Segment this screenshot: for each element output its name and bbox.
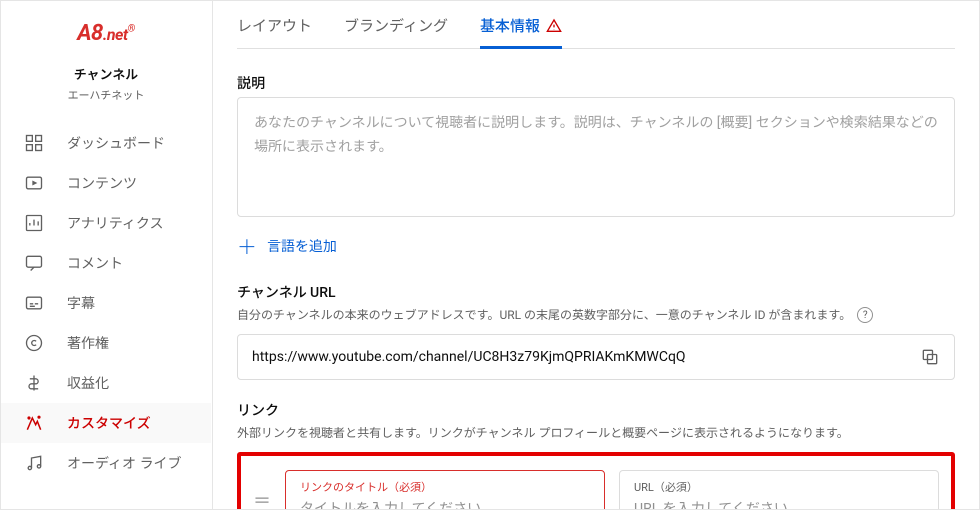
- add-language-label: 言語を追加: [267, 236, 337, 256]
- link-url-label: URL（必須）: [634, 479, 924, 495]
- app-frame: A8.net® チャンネル エーハチネット ダッシュボード コンテンツ アナリテ…: [0, 0, 980, 510]
- section-channel-url: チャンネル URL 自分のチャンネルの本来のウェブアドレスです。URL の末尾の…: [237, 282, 955, 380]
- channel-url-field[interactable]: https://www.youtube.com/channel/UC8H3z79…: [237, 334, 955, 380]
- link-url-field[interactable]: URL（必須） URL を入力してください: [619, 470, 939, 509]
- sidebar-item-comments[interactable]: コメント: [1, 243, 211, 283]
- link-row-highlighted: ＝ リンクのタイトル（必須） タイトルを入力してください URL（必須） URL…: [237, 452, 955, 509]
- plus-icon: ＋: [237, 231, 257, 260]
- add-language-button[interactable]: ＋ 言語を追加: [237, 231, 955, 260]
- sidebar-item-content[interactable]: コンテンツ: [1, 163, 211, 203]
- sidebar-item-label: ダッシュボード: [67, 133, 165, 153]
- logo-a8: A8: [77, 21, 103, 46]
- channel-url-title: チャンネル URL: [237, 282, 955, 302]
- link-url-placeholder: URL を入力してください: [634, 498, 924, 509]
- tabs: レイアウト ブランディング 基本情報: [237, 1, 955, 49]
- sidebar-item-label: カスタマイズ: [67, 413, 151, 433]
- subtitles-icon: [23, 293, 45, 313]
- comments-icon: [23, 253, 45, 273]
- sidebar-item-label: アナリティクス: [67, 213, 163, 233]
- audio-icon: [23, 453, 45, 473]
- main-content: レイアウト ブランディング 基本情報 説明 あなたのチャンネルについて視聴者に説…: [212, 1, 979, 509]
- links-title: リンク: [237, 400, 955, 420]
- description-title: 説明: [237, 73, 955, 93]
- link-title-placeholder: タイトルを入力してください: [300, 498, 590, 509]
- help-icon[interactable]: ?: [857, 307, 873, 323]
- content-icon: [23, 173, 45, 193]
- sidebar-item-label: コメント: [67, 253, 123, 273]
- sidebar-item-label: 字幕: [67, 293, 95, 313]
- drag-handle-icon[interactable]: ＝: [253, 487, 271, 510]
- channel-url-help: 自分のチャンネルの本来のウェブアドレスです。URL の末尾の英数字部分に、一意の…: [237, 306, 955, 324]
- sidebar-item-monetization[interactable]: 収益化: [1, 363, 211, 403]
- channel-name: エーハチネット: [1, 87, 211, 103]
- link-title-label: リンクのタイトル（必須）: [300, 479, 590, 495]
- tab-basic-info[interactable]: 基本情報: [480, 15, 562, 49]
- sidebar-item-label: 収益化: [67, 373, 109, 393]
- dashboard-icon: [23, 133, 45, 153]
- sidebar-item-subtitles[interactable]: 字幕: [1, 283, 211, 323]
- sidebar-item-analytics[interactable]: アナリティクス: [1, 203, 211, 243]
- analytics-icon: [23, 213, 45, 233]
- monetization-icon: [23, 373, 45, 393]
- copy-icon[interactable]: [920, 347, 940, 367]
- customize-icon: [23, 413, 45, 433]
- sidebar-item-dashboard[interactable]: ダッシュボード: [1, 123, 211, 163]
- sidebar: A8.net® チャンネル エーハチネット ダッシュボード コンテンツ アナリテ…: [1, 1, 211, 509]
- section-links: リンク 外部リンクを視聴者と共有します。リンクがチャンネル プロフィールと概要ペ…: [237, 400, 955, 509]
- sidebar-item-copyright[interactable]: 著作権: [1, 323, 211, 363]
- channel-label: チャンネル: [1, 64, 211, 83]
- sidebar-item-label: コンテンツ: [67, 173, 137, 193]
- copyright-icon: [23, 333, 45, 353]
- logo-net: net: [107, 25, 128, 44]
- tab-layout[interactable]: レイアウト: [237, 15, 312, 48]
- section-description: 説明 あなたのチャンネルについて視聴者に説明します。説明は、チャンネルの [概要…: [237, 73, 955, 260]
- sidebar-item-label: オーディオ ライブ: [67, 453, 182, 473]
- brand-logo: A8.net®: [1, 21, 211, 46]
- sidebar-item-audio[interactable]: オーディオ ライブ: [1, 443, 211, 483]
- links-help: 外部リンクを視聴者と共有します。リンクがチャンネル プロフィールと概要ページに表…: [237, 424, 955, 442]
- description-textarea[interactable]: あなたのチャンネルについて視聴者に説明します。説明は、チャンネルの [概要] セ…: [237, 97, 955, 217]
- sidebar-item-customize[interactable]: カスタマイズ: [1, 403, 211, 443]
- warning-icon: [546, 18, 562, 34]
- sidebar-item-label: 著作権: [67, 333, 109, 353]
- link-title-field[interactable]: リンクのタイトル（必須） タイトルを入力してください: [285, 470, 605, 509]
- channel-url-value: https://www.youtube.com/channel/UC8H3z79…: [252, 349, 686, 365]
- tab-branding[interactable]: ブランディング: [344, 15, 448, 48]
